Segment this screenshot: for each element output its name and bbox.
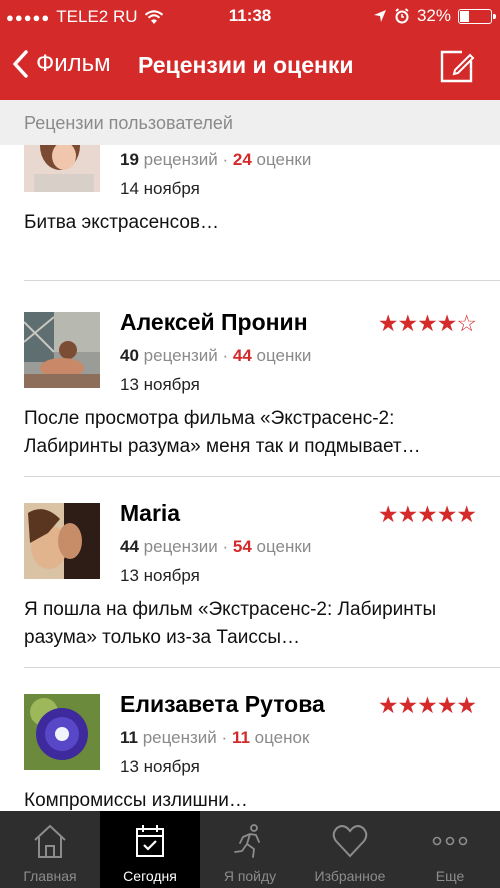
tab-home[interactable]: Главная <box>0 811 100 888</box>
status-bar: ●●●●● TELE2 RU 11:38 32% <box>0 0 500 34</box>
tab-label: Избранное <box>314 868 386 884</box>
alarm-icon <box>395 8 409 24</box>
heart-icon <box>332 825 368 858</box>
avatar-photo <box>24 312 100 388</box>
section-title: Рецензии пользователей <box>24 113 233 133</box>
divider <box>24 667 500 668</box>
reviewer-name[interactable]: Елизавета Рутова <box>120 691 325 718</box>
reviewer-name[interactable]: Maria <box>120 500 180 527</box>
avatar-photo <box>24 145 100 192</box>
rating-stars: ★★★★☆ <box>377 310 477 336</box>
review-date: 13 ноября <box>120 375 200 394</box>
tab-more[interactable]: Еще <box>400 811 500 888</box>
rating-stars: ★★★★★ <box>377 501 477 527</box>
avatar-photo <box>24 694 100 770</box>
tab-label: Еще <box>435 868 465 884</box>
home-icon <box>34 824 66 858</box>
review-counts: 19 рецензий · 24 оценки <box>120 150 312 169</box>
battery-fill <box>460 10 469 22</box>
tab-bar: Главная Сегодня Я пойду Избранное Еще <box>0 811 500 888</box>
location-arrow-icon <box>373 10 386 22</box>
review-text: После просмотра фильма «Экстрасенс-2: Ла… <box>24 408 421 457</box>
review-counts: 40 рецензий · 44 оценки <box>120 346 312 365</box>
review-counts: 44 рецензии · 54 оценки <box>120 537 312 556</box>
avatar <box>24 312 100 388</box>
reviews-list[interactable]: 19 рецензий · 24 оценки 14 ноября Битва … <box>0 145 500 811</box>
avatar <box>24 694 100 770</box>
tab-favorites[interactable]: Избранное <box>300 811 400 888</box>
chevron-left-icon <box>13 50 28 78</box>
reviewer-name[interactable]: Алексей Пронин <box>120 309 308 336</box>
battery-icon <box>458 8 496 24</box>
back-button[interactable]: Фильм <box>12 49 111 79</box>
tab-label: Я пойду <box>223 868 277 884</box>
section-header: Рецензии пользователей <box>0 100 500 145</box>
review-date: 13 ноября <box>120 566 200 585</box>
review-text: Компромиссы излишни… <box>24 790 248 811</box>
avatar-photo <box>24 503 100 579</box>
tab-today[interactable]: Сегодня <box>100 811 200 888</box>
status-right: 32% <box>373 6 496 26</box>
battery-percent: 32% <box>416 6 451 25</box>
review-text: Битва экстрасенсов… <box>24 212 220 233</box>
divider <box>24 476 500 477</box>
calendar-check-icon <box>136 825 164 857</box>
tab-label: Главная <box>23 868 77 884</box>
divider <box>24 280 500 281</box>
nav-bar: Фильм Рецензии и оценки <box>0 34 500 100</box>
review-item[interactable]: 19 рецензий · 24 оценки 14 ноября Битва … <box>24 145 500 281</box>
review-text: Я пошла на фильм «Экстрасенс-2: Лабиринт… <box>24 599 437 648</box>
review-date: 13 ноября <box>120 757 200 776</box>
review-item[interactable]: Алексей Пронин ★★★★☆ 40 рецензий · 44 оц… <box>24 289 500 477</box>
tab-going[interactable]: Я пойду <box>200 811 300 888</box>
compose-icon[interactable] <box>438 47 476 85</box>
page-title: Рецензии и оценки <box>138 52 354 78</box>
tab-label: Сегодня <box>123 868 177 884</box>
avatar <box>24 503 100 579</box>
rating-stars: ★★★★★ <box>377 692 477 718</box>
review-item[interactable]: Елизавета Рутова ★★★★★ 11 рецензий · 11 … <box>24 671 500 811</box>
review-counts: 11 рецензий · 11 оценок <box>120 728 310 747</box>
running-man-icon <box>234 824 260 858</box>
back-label: Фильм <box>36 50 111 77</box>
more-dots-icon <box>432 836 468 846</box>
review-date: 14 ноября <box>120 179 200 198</box>
review-item[interactable]: Maria ★★★★★ 44 рецензии · 54 оценки 13 н… <box>24 480 500 668</box>
avatar <box>24 145 100 192</box>
